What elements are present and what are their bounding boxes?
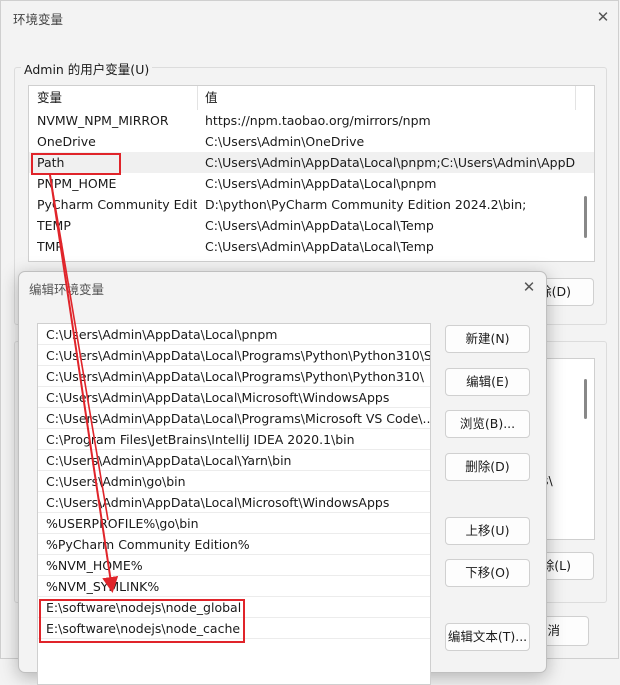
annotation-line-2 — [49, 174, 109, 521]
annotation-arrows — [49, 174, 119, 593]
annotation-arrow-1 — [49, 174, 119, 593]
